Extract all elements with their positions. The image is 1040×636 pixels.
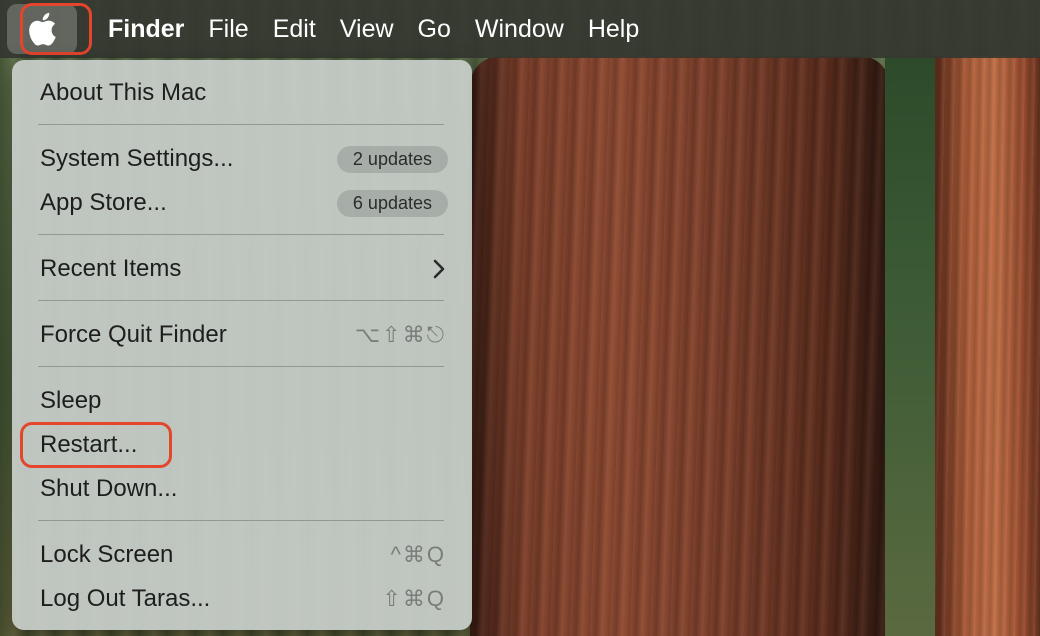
keyboard-shortcut: ^⌘Q (390, 542, 446, 567)
menu-separator (38, 300, 444, 301)
update-badge: 2 updates (336, 145, 448, 173)
apple-menu-dropdown: About This Mac System Settings... 2 upda… (12, 60, 472, 630)
menu-item-label: System Settings... (40, 145, 234, 172)
menu-item-system-settings[interactable]: System Settings... 2 updates (12, 138, 472, 180)
redwood-trunk-right (935, 56, 1040, 636)
menu-view[interactable]: View (340, 0, 394, 58)
menu-item-about-this-mac[interactable]: About This Mac (12, 72, 472, 114)
menu-edit[interactable]: Edit (273, 0, 316, 58)
restart-annotation (20, 422, 172, 468)
menu-item-log-out[interactable]: Log Out Taras... ⇧⌘Q (12, 578, 472, 620)
menu-go[interactable]: Go (418, 0, 451, 58)
menu-item-label: Sleep (40, 387, 102, 414)
menu-window[interactable]: Window (475, 0, 564, 58)
menu-separator (38, 234, 444, 235)
menu-item-lock-screen[interactable]: Lock Screen ^⌘Q (12, 534, 472, 576)
menu-item-label: Shut Down... (40, 475, 178, 502)
menu-separator (38, 520, 444, 521)
menu-item-recent-items[interactable]: Recent Items (12, 248, 472, 290)
keyboard-shortcut: ⇧⌘Q (382, 586, 446, 611)
menu-item-shut-down[interactable]: Shut Down... (12, 468, 472, 510)
menu-item-label: Lock Screen (40, 541, 174, 568)
menu-item-label: Recent Items (40, 255, 182, 282)
menu-bar: Finder File Edit View Go Window Help (0, 0, 1040, 58)
menu-item-label: Force Quit Finder (40, 321, 227, 348)
chevron-right-icon (433, 259, 445, 279)
apple-menu-button[interactable] (0, 0, 92, 58)
menu-help[interactable]: Help (588, 0, 639, 58)
update-badge: 6 updates (336, 189, 448, 217)
keyboard-shortcut: ⌥⇧⌘⎋ (354, 322, 446, 347)
menu-item-label: App Store... (40, 189, 167, 216)
menu-separator (38, 366, 444, 367)
apple-menu-annotation (20, 3, 92, 55)
menu-finder[interactable]: Finder (108, 0, 184, 58)
redwood-trunk-main (470, 56, 890, 636)
menu-item-force-quit[interactable]: Force Quit Finder ⌥⇧⌘⎋ (12, 314, 472, 356)
menu-file[interactable]: File (208, 0, 248, 58)
menu-item-label: Log Out Taras... (40, 585, 211, 612)
menu-item-label: About This Mac (40, 79, 207, 106)
menu-item-sleep[interactable]: Sleep (12, 380, 472, 422)
menu-item-app-store[interactable]: App Store... 6 updates (12, 182, 472, 224)
menu-separator (38, 124, 444, 125)
